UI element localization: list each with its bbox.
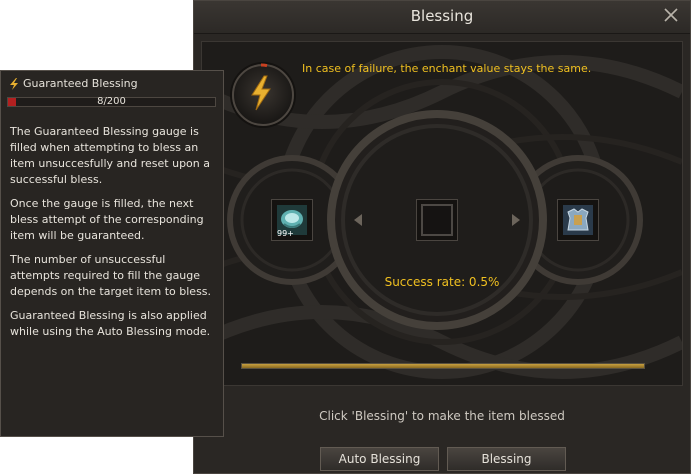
success-rate: Success rate: 0.5%: [384, 275, 500, 289]
tooltip-paragraph: The Guaranteed Blessing gauge is filled …: [10, 125, 210, 186]
tooltip-paragraph: Once the gauge is filled, the next bless…: [10, 197, 204, 242]
result-slot: [416, 199, 458, 241]
progress-fill: [242, 364, 644, 368]
armor-icon: [563, 205, 593, 235]
blessing-window: Blessing In case of failure, the enchant…: [193, 0, 691, 474]
empty-slot-frame: [421, 204, 453, 236]
lightning-icon: [251, 75, 271, 111]
window-title: Blessing: [410, 7, 474, 25]
tooltip-paragraph: Guaranteed Blessing is also applied whil…: [10, 309, 211, 338]
close-icon[interactable]: [662, 6, 680, 24]
guarantee-gauge-text: 8/200: [97, 96, 126, 107]
tooltip-title: Guaranteed Blessing: [23, 77, 138, 90]
guarantee-gauge: 8/200: [7, 96, 216, 107]
stack-count: 99+: [277, 229, 294, 238]
tooltip-body: The Guaranteed Blessing gauge is filled …: [10, 124, 215, 348]
blessing-progress-bar: [241, 363, 645, 369]
blessing-panel: In case of failure, the enchant value st…: [201, 41, 683, 386]
guaranteed-gauge-ring: [251, 63, 271, 111]
material-slot[interactable]: 99+: [271, 199, 313, 241]
lightning-icon: [10, 78, 18, 90]
auto-blessing-button[interactable]: Auto Blessing: [320, 447, 439, 471]
blessing-button[interactable]: Blessing: [447, 447, 566, 471]
guaranteed-blessing-tooltip: Guaranteed Blessing 8/200 The Guaranteed…: [0, 70, 224, 437]
instruction-text: Click 'Blessing' to make the item blesse…: [319, 409, 565, 423]
target-item-slot[interactable]: [557, 199, 599, 241]
tooltip-paragraph: The number of unsuccessful attempts requ…: [10, 253, 212, 298]
window-titlebar: Blessing: [194, 1, 690, 34]
failure-notice: In case of failure, the enchant value st…: [302, 62, 592, 75]
